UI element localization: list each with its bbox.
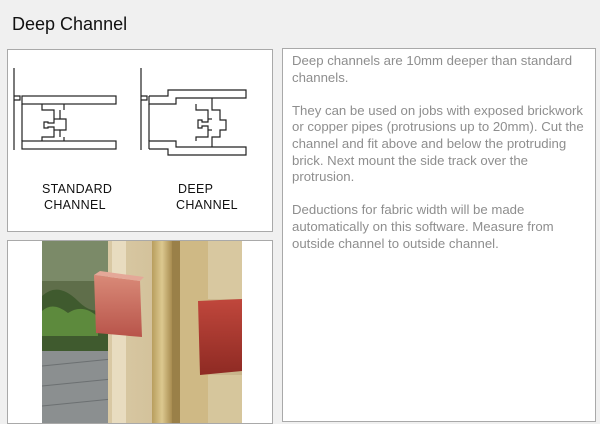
standard-caption-line1: STANDARD (42, 182, 112, 196)
description-paragraph-2: They can be used on jobs with exposed br… (292, 102, 584, 185)
deep-caption-line2: CHANNEL (176, 198, 238, 212)
channel-profiles-diagram: STANDARD CHANNEL DEEP CHANNEL (13, 68, 247, 212)
description-paragraph-3: Deductions for fabric width will be made… (292, 202, 554, 251)
deep-channel-installation-photo (8, 241, 272, 423)
installation-photo-panel (7, 240, 273, 424)
description-paragraph-1: Deep channels are 10mm deeper than stand… (292, 53, 573, 85)
deep-channel-profile (140, 68, 247, 156)
page-title: Deep Channel (12, 14, 128, 34)
standard-caption-line2: CHANNEL (44, 198, 106, 212)
description-textbox[interactable]: Deep channels are 10mm deeper than stand… (282, 48, 596, 422)
standard-channel-profile (13, 68, 117, 150)
deep-caption-line1: DEEP (178, 182, 213, 196)
channel-diagram-panel: STANDARD CHANNEL DEEP CHANNEL (7, 49, 273, 232)
